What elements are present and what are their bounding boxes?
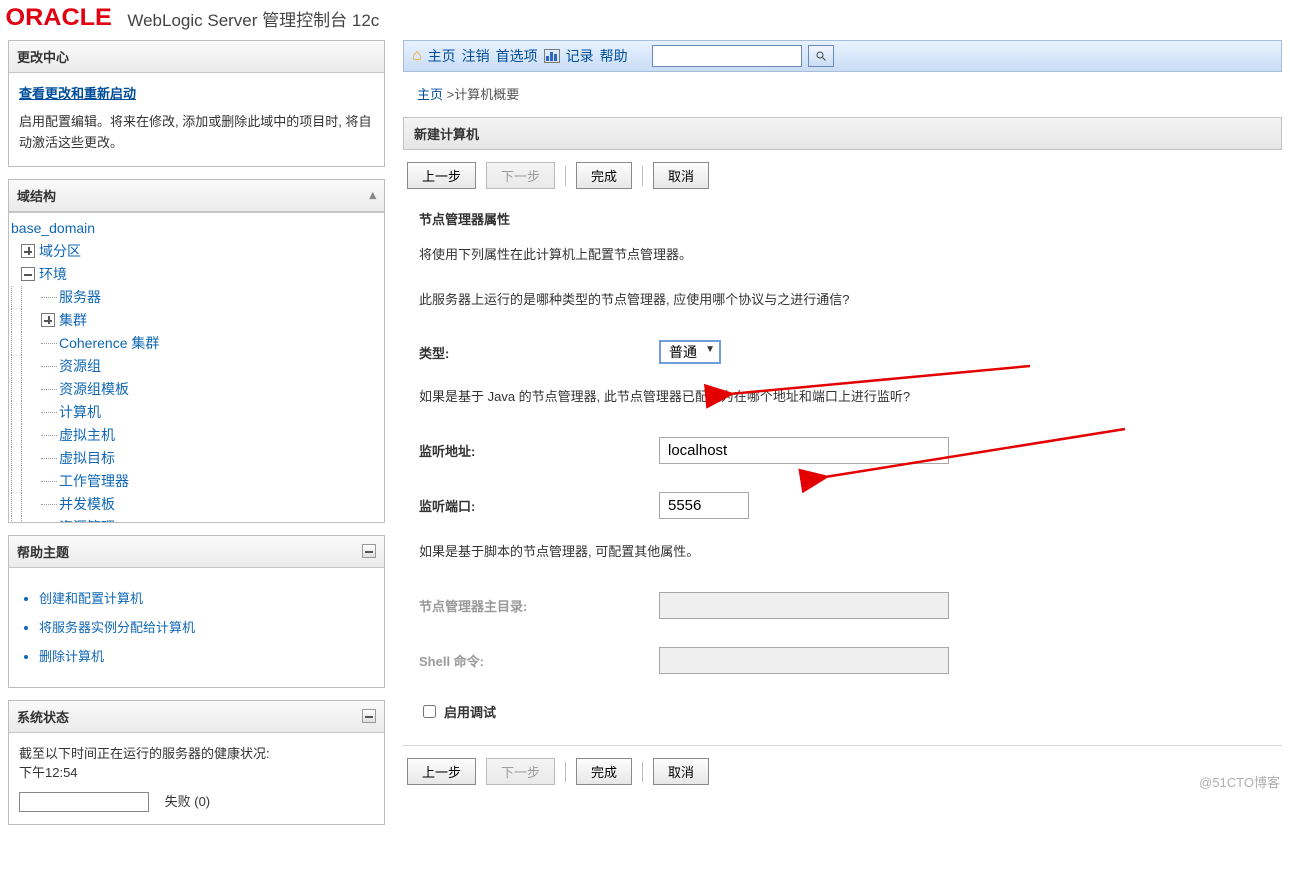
home-dir-input [659, 592, 949, 619]
help-link[interactable]: 将服务器实例分配给计算机 [39, 620, 195, 635]
tree-item[interactable]: Coherence 集群 [59, 333, 159, 353]
record-icon [544, 49, 560, 63]
global-toolbar: ⌂ 主页 注销 首选项 记录 帮助 [403, 40, 1282, 72]
domain-structure-panel: 域结构 ▴ base_domain 域分区 环境 服务器 集群 Coherenc… [8, 179, 385, 523]
type-select[interactable]: 普通 [659, 340, 721, 364]
help-panel: 帮助主题 创建和配置计算机 将服务器实例分配给计算机 删除计算机 [8, 535, 385, 688]
enable-debug-checkbox[interactable] [423, 705, 436, 718]
collapse-icon[interactable] [21, 267, 35, 281]
back-button[interactable]: 上一步 [407, 162, 476, 189]
cancel-button[interactable]: 取消 [653, 162, 709, 189]
status-title: 系统状态 [17, 707, 69, 726]
system-status-panel: 系统状态 截至以下时间正在运行的服务器的健康状况: 下午12:54 失败 (0) [8, 700, 385, 826]
change-center-panel: 更改中心 查看更改和重新启动 启用配置编辑。将来在修改, 添加或删除此域中的项目… [8, 40, 385, 167]
next-button-bottom: 下一步 [486, 758, 555, 785]
tree-item[interactable]: 虚拟目标 [59, 448, 115, 468]
home-icon: ⌂ [412, 47, 422, 65]
help-link[interactable]: 删除计算机 [39, 649, 104, 664]
finish-button-bottom[interactable]: 完成 [576, 758, 632, 785]
oracle-logo: ORACLE [8, 4, 109, 32]
home-dir-label: 节点管理器主目录: [419, 596, 659, 615]
status-heading: 截至以下时间正在运行的服务器的健康状况: [19, 743, 374, 762]
listen-address-input[interactable] [659, 437, 949, 464]
change-center-desc: 启用配置编辑。将来在修改, 添加或删除此域中的项目时, 将自动激活这些更改。 [19, 112, 374, 154]
tree-item[interactable]: 工作管理器 [59, 471, 129, 491]
domain-structure-title: 域结构 [17, 186, 56, 205]
search-icon [815, 49, 827, 63]
breadcrumb: 主页 >计算机概要 [403, 80, 1282, 117]
search-input[interactable] [652, 45, 802, 67]
expand-icon[interactable] [21, 244, 35, 258]
domain-tree-scroll[interactable]: base_domain 域分区 环境 服务器 集群 Coherence 集群 资… [9, 212, 384, 522]
minimize-icon[interactable] [362, 544, 376, 558]
tree-item[interactable]: 计算机 [59, 402, 101, 422]
listen-port-label: 监听端口: [419, 496, 659, 515]
listen-address-label: 监听地址: [419, 441, 659, 460]
listen-port-input[interactable] [659, 492, 749, 519]
tree-item[interactable]: 环境 [39, 264, 67, 284]
section-heading: 节点管理器属性 [419, 201, 1272, 236]
java-question: 如果是基于 Java 的节点管理器, 此节点管理器已配置为在哪个地址和端口上进行… [419, 378, 1272, 423]
status-time: 下午12:54 [19, 762, 374, 781]
change-center-title: 更改中心 [17, 47, 69, 66]
tree-item[interactable]: 集群 [59, 310, 87, 330]
nav-home[interactable]: 主页 [428, 46, 456, 66]
next-button: 下一步 [486, 162, 555, 189]
finish-button[interactable]: 完成 [576, 162, 632, 189]
type-question: 此服务器上运行的是哪种类型的节点管理器, 应使用哪个协议与之进行通信? [419, 281, 1272, 326]
search-button[interactable] [808, 45, 834, 67]
tree-item[interactable]: 并发模板 [59, 494, 115, 514]
minimize-icon[interactable] [362, 709, 376, 723]
view-changes-link[interactable]: 查看更改和重新启动 [19, 86, 136, 101]
cancel-button-bottom[interactable]: 取消 [653, 758, 709, 785]
watermark: @51CTO博客 [1199, 772, 1280, 791]
nav-preferences[interactable]: 首选项 [496, 46, 538, 66]
tree-item[interactable]: 服务器 [59, 287, 101, 307]
tree-item[interactable]: 资源组 [59, 356, 101, 376]
breadcrumb-current: 计算机概要 [454, 87, 519, 102]
tree-item[interactable]: 资源组模板 [59, 379, 129, 399]
tree-item[interactable]: 域分区 [39, 241, 81, 261]
script-question: 如果是基于脚本的节点管理器, 可配置其他属性。 [419, 533, 1272, 578]
page-title: 新建计算机 [403, 117, 1282, 150]
help-link[interactable]: 创建和配置计算机 [39, 591, 143, 606]
expand-icon[interactable] [41, 313, 55, 327]
shell-cmd-label: Shell 命令: [419, 651, 659, 670]
enable-debug-label: 启用调试 [444, 702, 496, 721]
shell-cmd-input [659, 647, 949, 674]
back-button-bottom[interactable]: 上一步 [407, 758, 476, 785]
failed-label: 失败 (0) [165, 794, 211, 809]
intro-text: 将使用下列属性在此计算机上配置节点管理器。 [419, 236, 1272, 281]
nav-logout[interactable]: 注销 [462, 46, 490, 66]
nav-help[interactable]: 帮助 [600, 46, 628, 66]
failed-bar [19, 792, 149, 812]
console-title: WebLogic Server 管理控制台 12c [127, 6, 379, 31]
help-title: 帮助主题 [17, 542, 69, 561]
tree-item[interactable]: 虚拟主机 [59, 425, 115, 445]
nav-record[interactable]: 记录 [566, 46, 594, 66]
type-label: 类型: [419, 343, 659, 362]
breadcrumb-home[interactable]: 主页 [417, 87, 443, 102]
tree-item[interactable]: 资源管理 [59, 517, 115, 522]
tree-root[interactable]: base_domain [11, 220, 95, 236]
